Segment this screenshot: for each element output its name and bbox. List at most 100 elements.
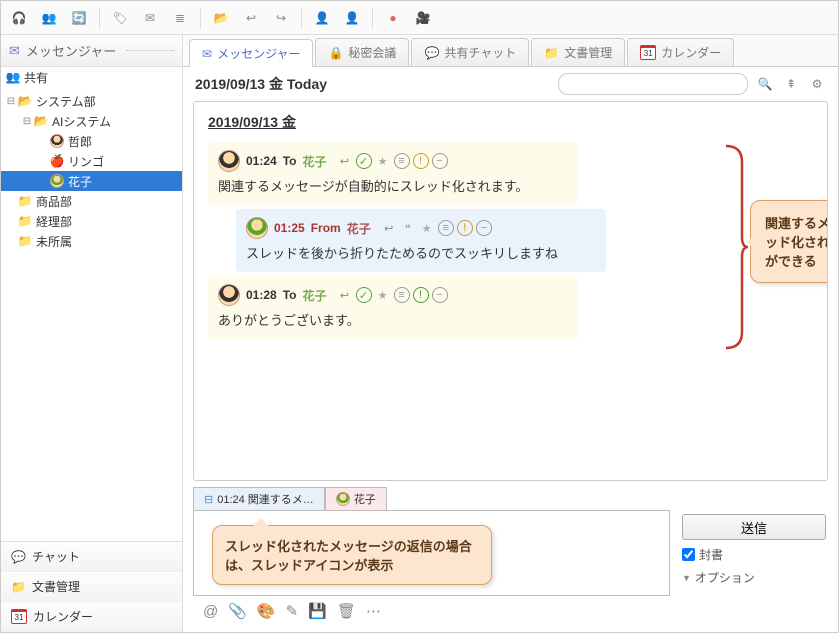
callout2-text: スレッド化されたメッセージの返信の場合は、スレッドアイコンが表示 bbox=[225, 539, 472, 573]
separator bbox=[99, 8, 100, 28]
folder-icon: 📁 bbox=[17, 234, 33, 248]
tree-item-2[interactable]: 哲郎 bbox=[1, 131, 182, 151]
gear-icon[interactable]: ⚙ bbox=[808, 75, 826, 93]
tab-2[interactable]: 💬共有チャット bbox=[411, 38, 529, 66]
content-tabs: ✉メッセンジャー🔒秘密会議💬共有チャット 📁 文書管理 31 カレンダー bbox=[183, 35, 838, 67]
tab-1[interactable]: 🔒秘密会議 bbox=[315, 38, 409, 66]
options-label: オプション bbox=[695, 569, 755, 586]
tab-label: 文書管理 bbox=[564, 44, 612, 61]
apple-icon: 🍎 bbox=[49, 154, 65, 168]
user-minus-icon[interactable]: 👤 bbox=[342, 8, 362, 28]
action-warn-g-icon[interactable]: ! bbox=[413, 287, 429, 303]
action-warn-icon[interactable]: ! bbox=[457, 220, 473, 236]
tree-item-label: 花子 bbox=[68, 173, 92, 190]
separator bbox=[372, 8, 373, 28]
share-row[interactable]: 👥 共有 bbox=[1, 67, 182, 87]
action-minus-icon[interactable]: − bbox=[476, 220, 492, 236]
tab-label: カレンダー bbox=[661, 44, 721, 61]
nav-icon: 📁 bbox=[11, 580, 26, 594]
search-input[interactable] bbox=[558, 73, 748, 95]
folder-icon: 📁 bbox=[17, 214, 33, 228]
message-actions: ↩✓★≡!− bbox=[337, 153, 448, 169]
action-reply-icon[interactable]: ↩ bbox=[381, 220, 397, 236]
group-add-icon[interactable]: 👥 bbox=[39, 8, 59, 28]
sidebar-nav-0[interactable]: 💬チャット bbox=[1, 542, 182, 572]
tab-0[interactable]: ✉メッセンジャー bbox=[189, 39, 313, 67]
sidebar-header[interactable]: ✉ メッセンジャー bbox=[1, 35, 182, 67]
callout-thread-info: 関連するメッセージが自動的にスレッド化され、後から折りたたむことができる bbox=[750, 200, 828, 283]
calendar-icon: 31 bbox=[11, 609, 27, 624]
tree-item-6[interactable]: 📁経理部 bbox=[1, 211, 182, 231]
attach-icon[interactable]: 📎 bbox=[228, 602, 247, 620]
tab-4[interactable]: 31 カレンダー bbox=[627, 38, 734, 66]
sidebar: ✉ メッセンジャー 👥 共有 ⊟📂システム部⊟📂AIシステム哲郎🍎リンゴ花子📁商… bbox=[1, 35, 183, 632]
reply-icon[interactable]: ↪ bbox=[271, 8, 291, 28]
tree-item-4[interactable]: 花子 bbox=[1, 171, 182, 191]
palette-icon[interactable]: 🎨 bbox=[257, 602, 276, 620]
folder-open-icon[interactable]: 📂 bbox=[211, 8, 231, 28]
edit-icon[interactable]: ✎ bbox=[286, 602, 299, 620]
message-direction: To bbox=[283, 154, 297, 168]
nav-label: カレンダー bbox=[33, 608, 93, 625]
headset-icon[interactable]: 🎧 bbox=[9, 8, 29, 28]
sidebar-nav-1[interactable]: 📁文書管理 bbox=[1, 572, 182, 602]
sidebar-nav-2[interactable]: 31 カレンダー bbox=[1, 602, 182, 632]
options-toggle[interactable]: ▼ オプション bbox=[682, 569, 828, 586]
tab-icon: 📁 bbox=[544, 46, 559, 60]
scroll-top-icon[interactable]: ⇞ bbox=[782, 75, 800, 93]
message-body: ありがとうございます。 bbox=[218, 310, 568, 329]
message-time: 01:25 bbox=[274, 221, 305, 235]
reply-all-icon[interactable]: ↩ bbox=[241, 8, 261, 28]
action-reply-icon[interactable]: ↩ bbox=[337, 153, 353, 169]
tree-item-3[interactable]: 🍎リンゴ bbox=[1, 151, 182, 171]
tree-item-7[interactable]: 📁未所属 bbox=[1, 231, 182, 251]
action-star-icon[interactable]: ★ bbox=[375, 287, 391, 303]
separator bbox=[200, 8, 201, 28]
sidebar-header-label: メッセンジャー bbox=[26, 41, 116, 60]
tree-item-5[interactable]: 📁商品部 bbox=[1, 191, 182, 211]
sealed-option[interactable]: 封書 bbox=[682, 546, 828, 563]
sealed-checkbox[interactable] bbox=[682, 548, 695, 561]
tree-item-label: 経理部 bbox=[36, 213, 72, 230]
mention-icon[interactable]: @ bbox=[203, 603, 218, 620]
action-check-icon[interactable]: ✓ bbox=[356, 153, 372, 169]
action-minus-icon[interactable]: − bbox=[432, 287, 448, 303]
save-icon[interactable]: 💾 bbox=[308, 602, 327, 620]
message-time: 01:24 bbox=[246, 154, 277, 168]
mail-new-icon[interactable]: ✉ bbox=[140, 8, 160, 28]
search-icon[interactable]: 🔍 bbox=[756, 75, 774, 93]
calendar-icon: 31 bbox=[640, 45, 656, 60]
message-actions: ↩❝★≡!− bbox=[381, 220, 492, 236]
action-warn-icon[interactable]: ! bbox=[413, 153, 429, 169]
user-refresh-icon[interactable]: 🔄 bbox=[69, 8, 89, 28]
more-icon[interactable]: ⋯ bbox=[366, 602, 381, 620]
camera-icon[interactable]: 🎥 bbox=[413, 8, 433, 28]
tree-toggle-icon[interactable]: ⊟ bbox=[5, 96, 17, 107]
compose-tab-user[interactable]: 花子 bbox=[325, 487, 387, 510]
compose-textarea[interactable]: スレッド化されたメッセージの返信の場合は、スレッドアイコンが表示 bbox=[193, 510, 670, 596]
tree-item-0[interactable]: ⊟📂システム部 bbox=[1, 91, 182, 111]
compose-tab-reply[interactable]: ⊟ 01:24 関連するメ… bbox=[193, 487, 325, 510]
record-icon[interactable]: ● bbox=[383, 8, 403, 28]
action-minus-icon[interactable]: − bbox=[432, 153, 448, 169]
action-reply-icon[interactable]: ↩ bbox=[337, 287, 353, 303]
send-button[interactable]: 送信 bbox=[682, 514, 826, 540]
action-list-icon[interactable]: ≡ bbox=[394, 287, 410, 303]
nav-label: チャット bbox=[32, 548, 80, 565]
action-list-icon[interactable]: ≡ bbox=[394, 153, 410, 169]
trash-icon[interactable]: 🗑 bbox=[337, 602, 356, 620]
users-icon[interactable]: 👤 bbox=[312, 8, 332, 28]
tag-icon[interactable]: 🏷 bbox=[110, 8, 130, 28]
share-label: 共有 bbox=[24, 69, 48, 86]
action-star-icon[interactable]: ★ bbox=[375, 153, 391, 169]
tree-item-1[interactable]: ⊟📂AIシステム bbox=[1, 111, 182, 131]
action-check-icon[interactable]: ✓ bbox=[356, 287, 372, 303]
action-star-icon[interactable]: ★ bbox=[419, 220, 435, 236]
tab-3[interactable]: 📁 文書管理 bbox=[531, 38, 625, 66]
action-quote-icon[interactable]: ❝ bbox=[400, 220, 416, 236]
action-list-icon[interactable]: ≡ bbox=[438, 220, 454, 236]
thread-icon[interactable]: ≣ bbox=[170, 8, 190, 28]
compose-side: 送信 封書 ▼ オプション bbox=[678, 510, 828, 596]
thread-icon: ⊟ bbox=[204, 493, 213, 506]
tree-toggle-icon[interactable]: ⊟ bbox=[21, 116, 33, 127]
